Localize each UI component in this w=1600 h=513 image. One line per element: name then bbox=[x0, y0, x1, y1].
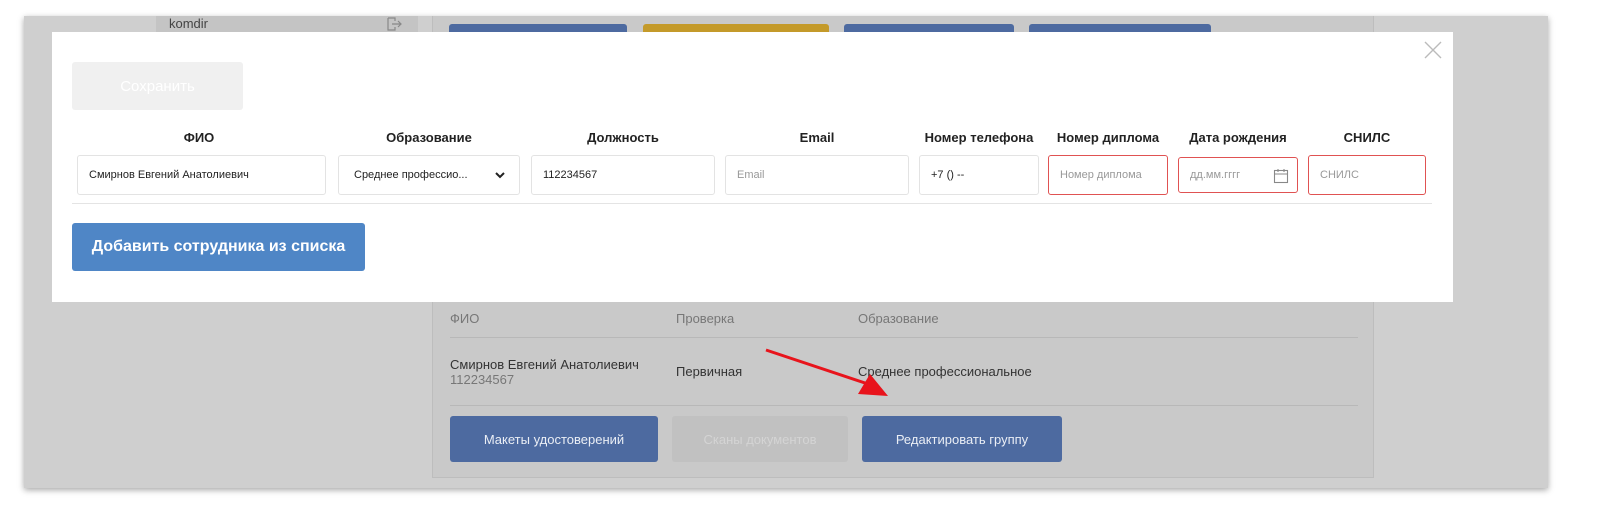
logout-icon[interactable] bbox=[386, 16, 402, 32]
email-field[interactable]: Email bbox=[725, 155, 909, 195]
top-button-1[interactable] bbox=[449, 24, 627, 32]
header-birthdate: Дата рождения bbox=[1189, 130, 1287, 145]
group-actions: Макеты удостоверений Сканы документов Ре… bbox=[450, 416, 1062, 462]
header-position: Должность bbox=[587, 130, 659, 145]
table-header: ФИО Проверка Образование bbox=[450, 300, 1358, 338]
user-name: komdir bbox=[169, 16, 209, 31]
employee-cell: Смирнов Евгений Анатолиевич 112234567 bbox=[450, 357, 676, 387]
education-select-value: Среднее профессио... bbox=[354, 169, 468, 181]
fio-field[interactable]: Смирнов Евгений Анатолиевич bbox=[77, 155, 326, 195]
header-education: Образование bbox=[386, 130, 472, 145]
education-select[interactable]: Среднее профессио... bbox=[338, 155, 520, 195]
top-button-4[interactable] bbox=[1029, 24, 1211, 32]
position-field[interactable]: 112234567 bbox=[531, 155, 715, 195]
save-button[interactable]: Сохранить bbox=[72, 62, 243, 110]
col-check: Проверка bbox=[676, 311, 735, 326]
top-button-2[interactable] bbox=[643, 24, 829, 32]
close-icon[interactable] bbox=[1423, 40, 1443, 60]
edit-group-button[interactable]: Редактировать группу bbox=[862, 416, 1062, 462]
snils-field[interactable]: СНИЛС bbox=[1308, 155, 1426, 195]
phone-field[interactable]: +7 () -- bbox=[919, 155, 1039, 195]
diploma-field[interactable]: Номер диплома bbox=[1048, 155, 1168, 195]
header-phone: Номер телефона bbox=[924, 130, 1034, 145]
certificates-button[interactable]: Макеты удостоверений bbox=[450, 416, 658, 462]
add-employee-modal: Сохранить ФИО Образование Должность Emai… bbox=[52, 32, 1453, 302]
header-fio: ФИО bbox=[183, 130, 215, 145]
col-fio: ФИО bbox=[450, 311, 480, 326]
header-snils: СНИЛС bbox=[1343, 130, 1391, 145]
birthdate-placeholder: дд.мм.гггг bbox=[1190, 169, 1241, 181]
col-education: Образование bbox=[858, 311, 939, 326]
employee-education: Среднее профессиональное bbox=[858, 364, 1032, 379]
form-header: ФИО Образование Должность Email Номер те… bbox=[72, 130, 1432, 148]
top-button-3[interactable] bbox=[844, 24, 1014, 32]
scans-button[interactable]: Сканы документов bbox=[672, 416, 848, 462]
header-email: Email bbox=[799, 130, 835, 145]
chevron-down-icon bbox=[495, 172, 505, 179]
calendar-icon[interactable] bbox=[1273, 168, 1289, 184]
annotation-arrow bbox=[765, 348, 888, 396]
birthdate-field[interactable]: дд.мм.гггг bbox=[1178, 157, 1298, 193]
add-employee-from-list-button[interactable]: Добавить сотрудника из списка bbox=[72, 223, 365, 271]
employee-name: Смирнов Евгений Анатолиевич bbox=[450, 356, 639, 372]
employee-position: 112234567 bbox=[450, 371, 515, 387]
employee-form-row: Смирнов Евгений Анатолиевич Среднее проф… bbox=[72, 152, 1432, 204]
header-diploma: Номер диплома bbox=[1056, 130, 1160, 145]
